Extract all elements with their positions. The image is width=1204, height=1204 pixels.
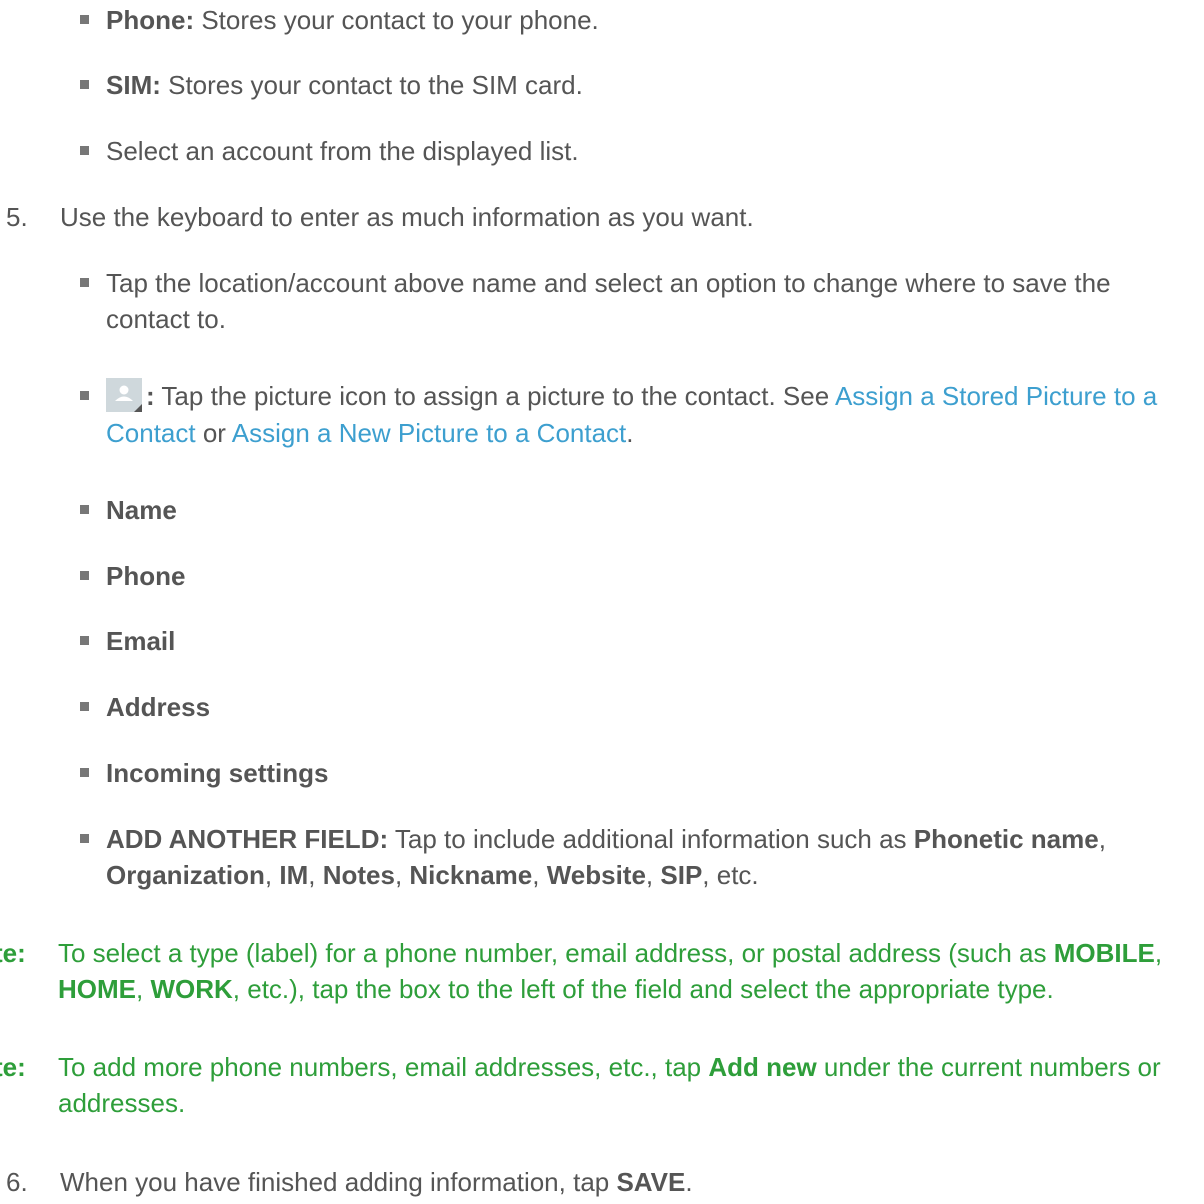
option-sim-label: SIM:	[106, 70, 161, 100]
organization-term: Organization	[106, 860, 265, 890]
note-text: To select a type (label) for a phone num…	[58, 938, 1054, 968]
comma: ,	[1154, 938, 1163, 968]
period: .	[626, 418, 634, 449]
document-page: { "bullets_top": [ {"bold": "Phone:", "t…	[0, 0, 1204, 1204]
note-label: te:	[0, 1052, 26, 1082]
picture-colon: :	[146, 381, 155, 411]
add-field-text: Tap to include additional information su…	[388, 824, 914, 854]
bullet-square-icon	[80, 571, 89, 580]
bullet-square-icon	[80, 636, 89, 645]
add-another-field-label: ADD ANOTHER FIELD:	[106, 824, 389, 854]
field-address: Address	[106, 692, 211, 722]
step-number: 6.	[6, 1167, 28, 1197]
option-sim-text: Stores your contact to the SIM card.	[160, 70, 583, 100]
picture-bullet-text: Tap the picture icon to assign a picture…	[154, 381, 835, 411]
comma: ,	[136, 974, 151, 1004]
etc-text: , etc.	[702, 860, 759, 890]
comma: ,	[308, 860, 323, 890]
mobile-term: MOBILE	[1053, 938, 1155, 968]
field-phone: Phone	[106, 561, 186, 591]
comma: ,	[532, 860, 547, 890]
bullet-square-icon	[80, 702, 89, 711]
field-incoming-settings: Incoming settings	[106, 758, 329, 788]
note-text: To add more phone numbers, email address…	[58, 1052, 709, 1082]
step-text: Use the keyboard to enter as much inform…	[60, 202, 754, 232]
bullet-square-icon	[80, 15, 89, 24]
bullet-square-icon	[80, 146, 89, 155]
field-email: Email	[106, 626, 176, 656]
step-number: 5.	[6, 202, 28, 232]
option-phone-text: Stores your contact to your phone.	[194, 5, 599, 35]
home-term: HOME	[58, 974, 136, 1004]
location-bullet-text: Tap the location/account above name and …	[106, 268, 1111, 334]
note-label: te:	[0, 938, 26, 968]
assign-new-picture-link[interactable]: Assign a New Picture to a Contact	[232, 418, 627, 448]
phonetic-name-term: Phonetic name	[913, 824, 1099, 854]
comma: ,	[645, 860, 661, 890]
option-phone-label: Phone:	[106, 5, 195, 35]
bullet-square-icon	[80, 834, 89, 843]
comma: ,	[264, 860, 280, 890]
step-text: When you have finished adding informatio…	[60, 1167, 617, 1197]
add-new-term: Add new	[708, 1052, 817, 1082]
work-term: WORK	[150, 974, 233, 1004]
bullet-square-icon	[80, 278, 89, 287]
note-text-end: , etc.), tap the box to the left of the …	[232, 974, 1054, 1004]
bullet-square-icon	[80, 505, 89, 514]
bullet-square-icon	[80, 768, 89, 777]
or-text: or	[195, 418, 232, 449]
comma: ,	[394, 860, 410, 890]
nickname-term: Nickname	[409, 860, 533, 890]
im-term: IM	[279, 860, 309, 890]
bullet-square-icon	[80, 80, 89, 89]
website-term: Website	[546, 860, 646, 890]
contact-picture-icon	[106, 378, 142, 413]
notes-term: Notes	[322, 860, 395, 890]
field-name: Name	[106, 495, 177, 525]
comma: ,	[1098, 824, 1106, 854]
period: .	[685, 1167, 693, 1197]
option-account-text: Select an account from the displayed lis…	[106, 136, 579, 166]
sip-term: SIP	[660, 860, 703, 890]
save-term: SAVE	[616, 1167, 686, 1197]
bullet-square-icon	[80, 391, 89, 400]
